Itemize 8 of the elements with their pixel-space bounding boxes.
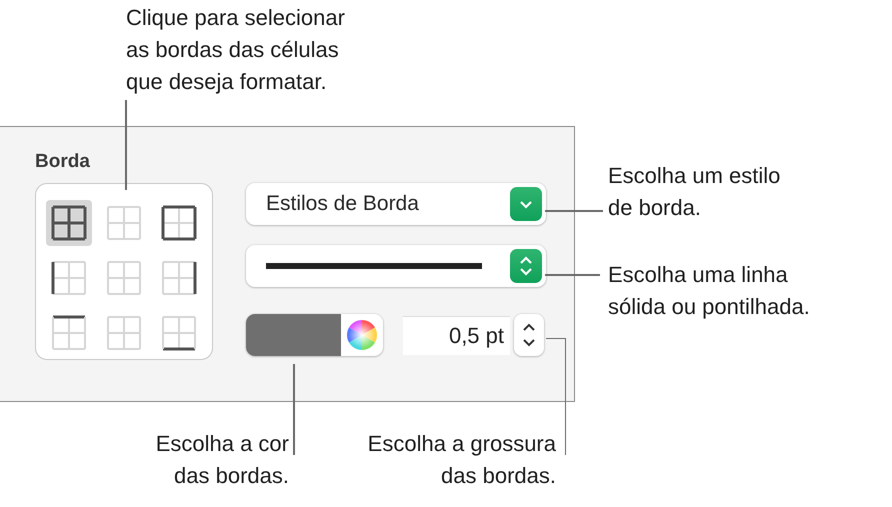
- callout-text: Clique para selecionar as bordas das células que deseja formatar.: [126, 4, 345, 96]
- border-style-popup[interactable]: Estilos de Borda: [246, 183, 546, 225]
- callout-text: Escolha um estilo de borda.: [608, 162, 780, 222]
- section-title: Borda: [35, 151, 91, 173]
- callout-text: Escolha a cor das bordas.: [156, 430, 289, 490]
- callout-text: Escolha uma linha sólida ou pontilhada.: [608, 261, 810, 321]
- thickness-field[interactable]: 0,5 pt: [403, 316, 510, 354]
- callout-text: Escolha a grossura das bordas.: [368, 430, 556, 490]
